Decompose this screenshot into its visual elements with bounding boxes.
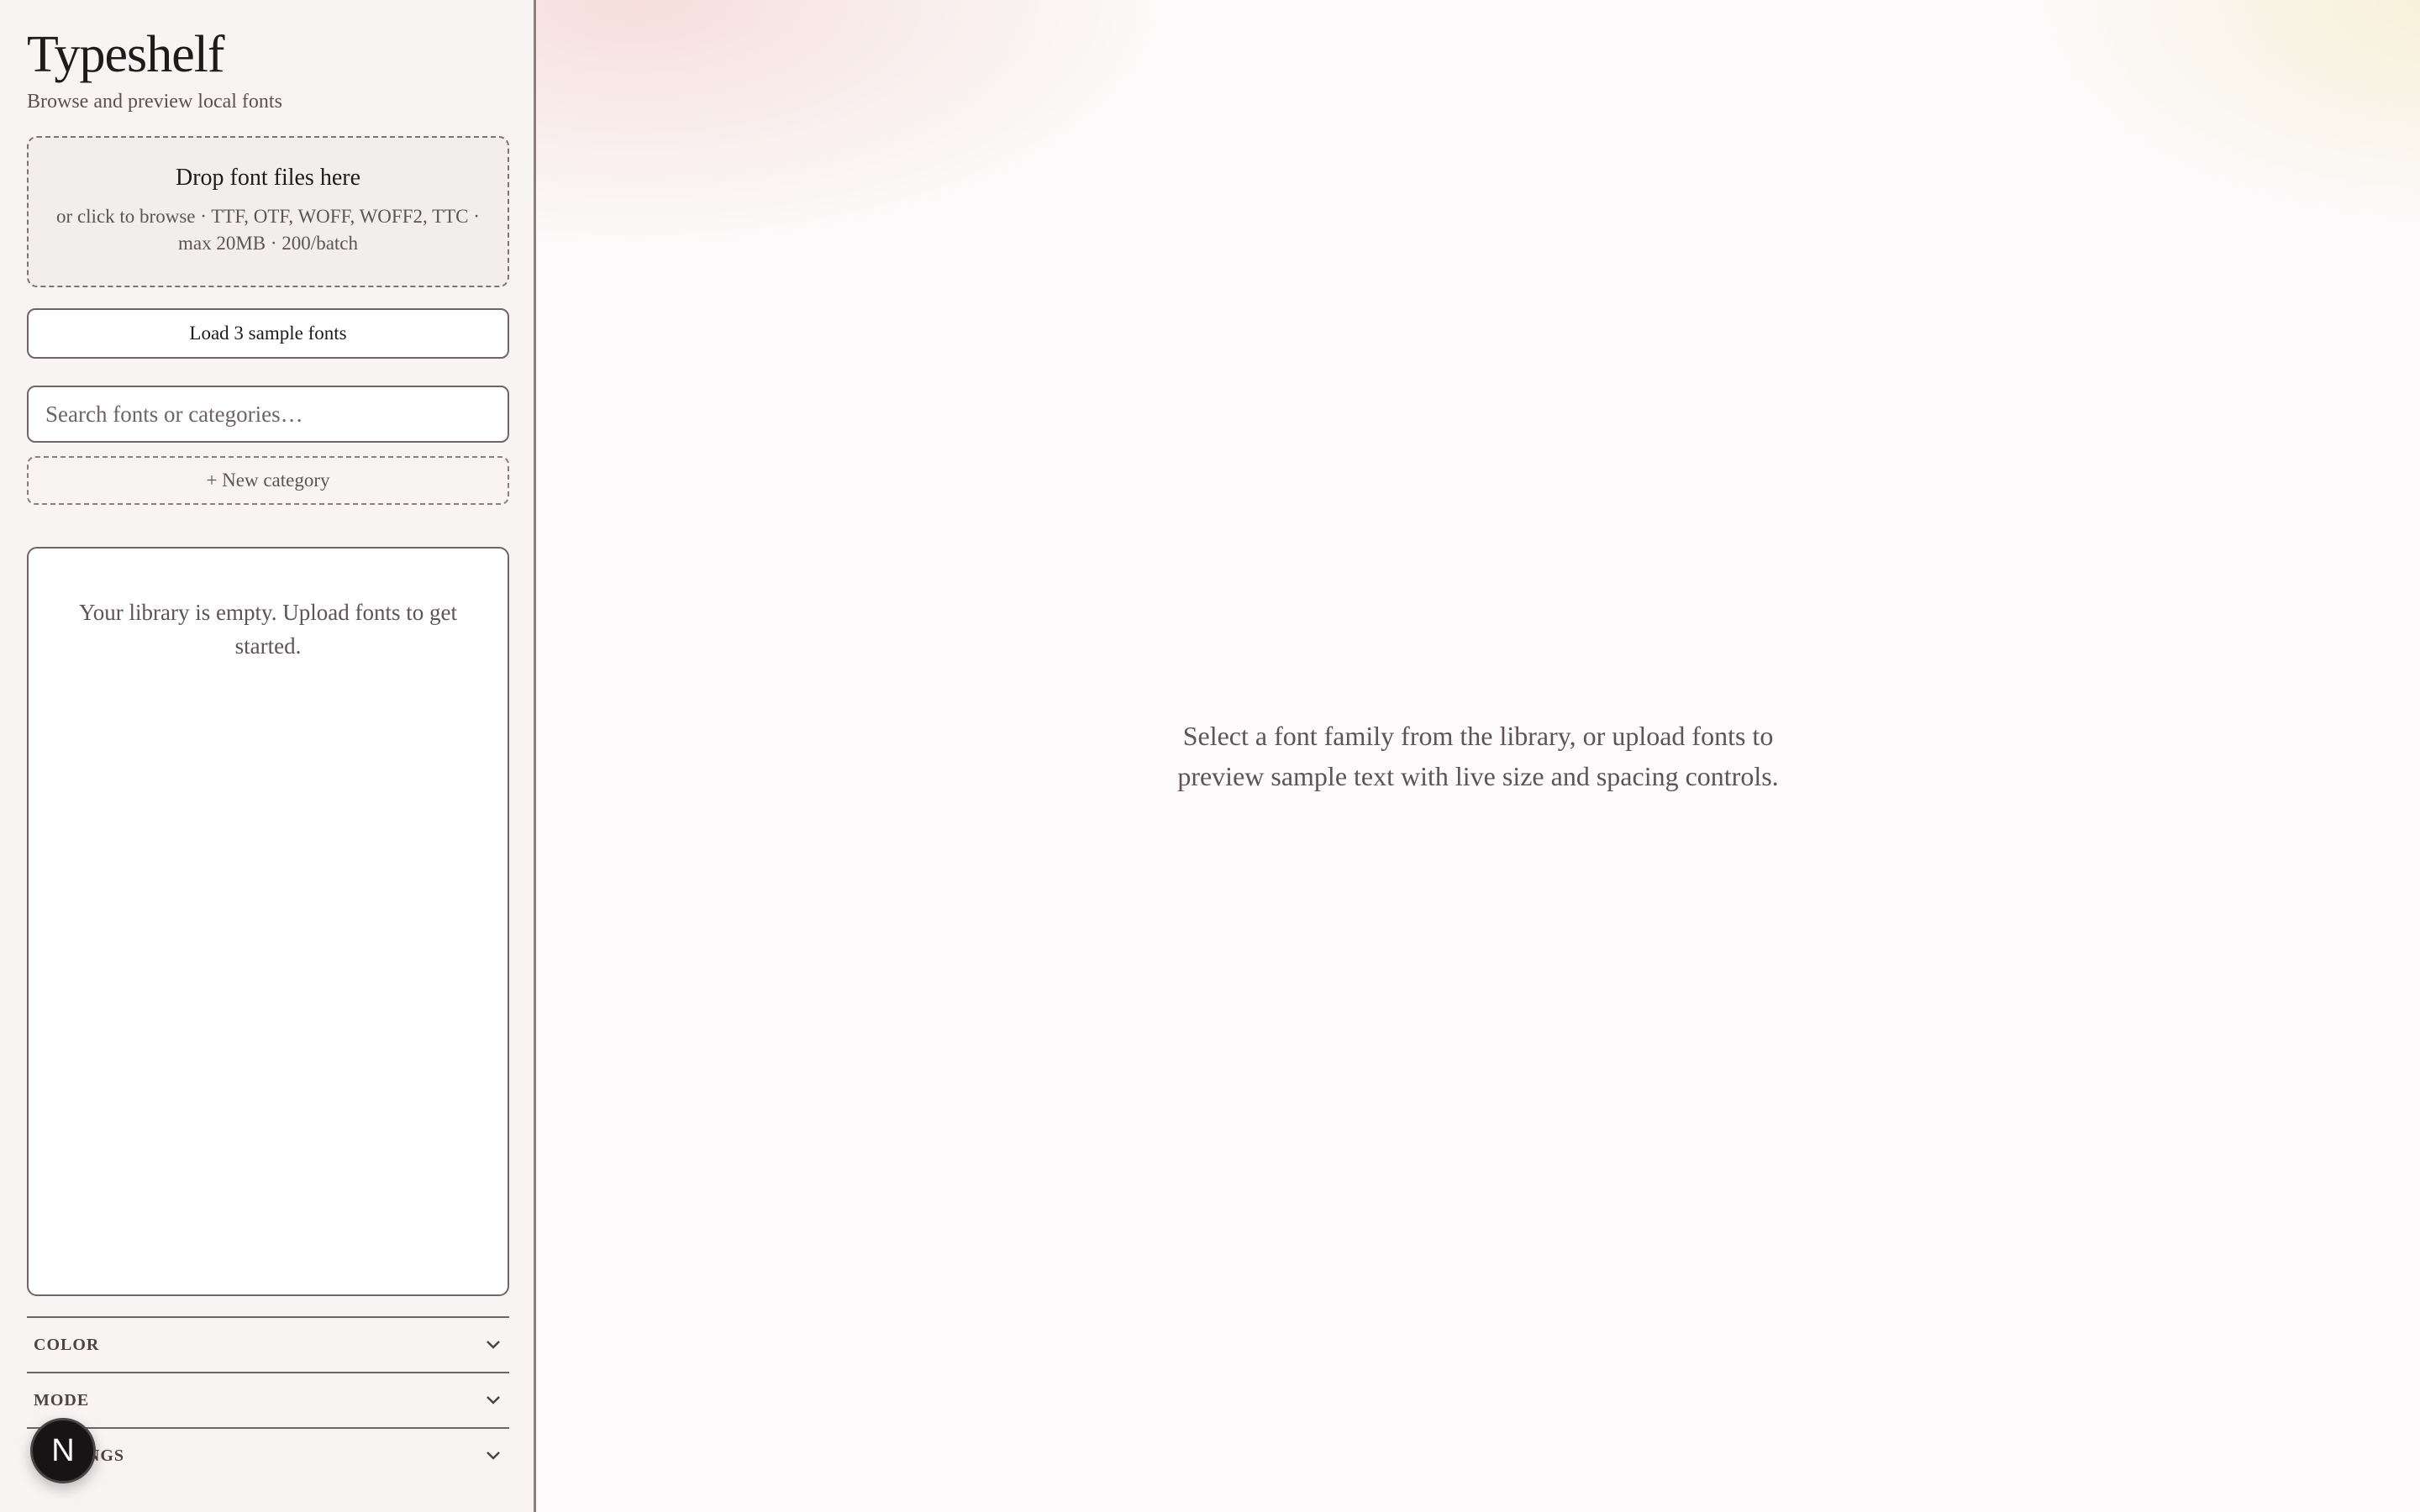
load-sample-fonts-button[interactable]: Load 3 sample fonts — [27, 308, 509, 359]
app: Typeshelf Browse and preview local fonts… — [0, 0, 2420, 1512]
new-category-button[interactable]: + New category — [27, 456, 509, 505]
library-empty-message: Your library is empty. Upload fonts to g… — [79, 600, 457, 659]
section-mode[interactable]: MODE — [27, 1372, 509, 1427]
section-color[interactable]: COLOR — [27, 1316, 509, 1372]
chevron-down-icon — [484, 1391, 502, 1410]
chevron-down-icon — [484, 1446, 502, 1465]
nextjs-dev-badge[interactable]: N — [30, 1418, 96, 1483]
section-color-label: COLOR — [34, 1335, 100, 1354]
preview-empty-line-2: preview sample text with live size and s… — [1177, 761, 1779, 791]
section-settings[interactable]: SETTINGS — [27, 1427, 509, 1483]
font-dropzone[interactable]: Drop font files here or click to browse … — [27, 136, 509, 287]
font-library-list: Your library is empty. Upload fonts to g… — [27, 547, 509, 1296]
chevron-down-icon — [484, 1336, 502, 1354]
preview-area: Select a font family from the library, o… — [536, 0, 2420, 1512]
sidebar: Typeshelf Browse and preview local fonts… — [0, 0, 536, 1512]
app-title: Typeshelf — [27, 26, 225, 83]
search-input[interactable] — [27, 386, 509, 443]
preview-empty-line-1: Select a font family from the library, o… — [1182, 721, 1774, 751]
preview-empty-message: Select a font family from the library, o… — [536, 716, 2420, 796]
app-subtitle: Browse and preview local fonts — [27, 91, 282, 113]
dropzone-hint: or click to browse · TTF, OTF, WOFF, WOF… — [56, 206, 480, 254]
settings-accordion: COLOR MODE SETTINGS — [27, 1316, 509, 1483]
section-mode-label: MODE — [34, 1390, 90, 1410]
dropzone-title: Drop font files here — [175, 165, 361, 191]
